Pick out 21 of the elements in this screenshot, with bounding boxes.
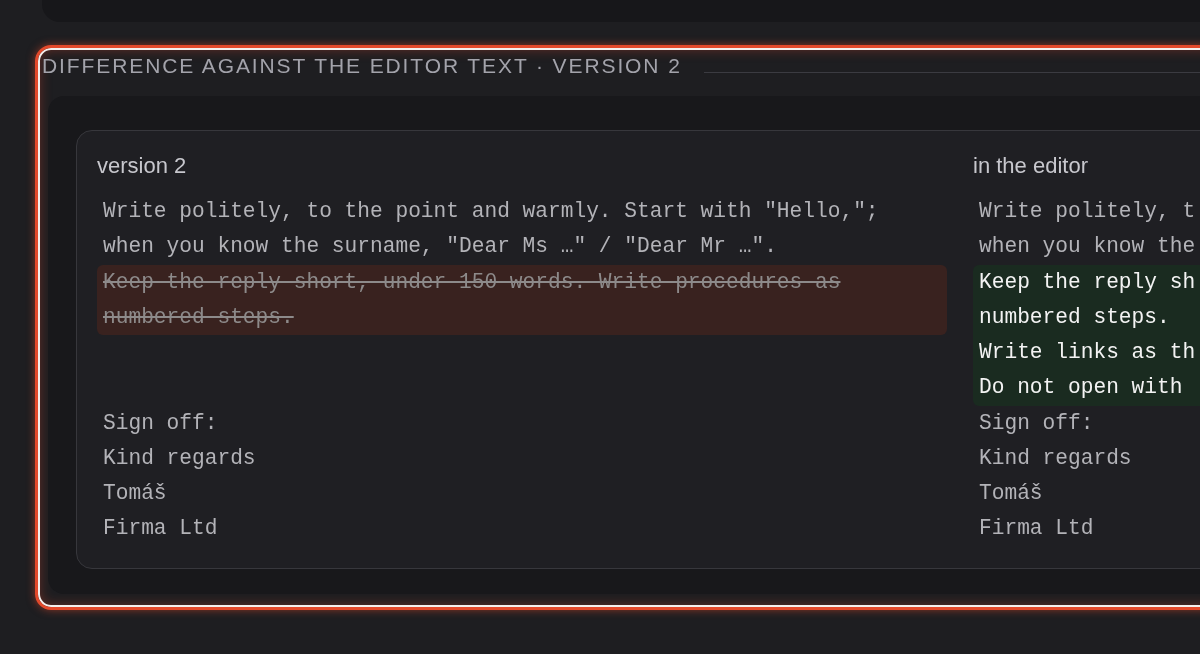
text-line: Write politely, to the point and warmly. Start with "Hello,";: [102, 198, 880, 225]
text-line: Firma Ltd: [102, 515, 219, 543]
added-line: Keep the reply sh: [978, 268, 1197, 296]
added-line: Write links as th: [978, 339, 1197, 366]
text-line: Firma Ltd: [978, 515, 1095, 543]
text-line: Kind regards: [978, 444, 1133, 472]
text-line: Tomáš: [102, 480, 168, 507]
text-line: Kind regards: [102, 444, 257, 472]
section-title: DIFFERENCE AGAINST THE EDITOR TEXT · VERSION 2: [42, 54, 682, 78]
column-heading: in the editor: [973, 154, 1089, 178]
text-line: Write politely, t: [978, 198, 1197, 225]
removed-line: Keep the reply short, under 150 words. Write procedures as: [102, 268, 842, 296]
added-line: numbered steps.: [978, 303, 1171, 331]
text-line: when you know the: [978, 233, 1197, 261]
text-line: Sign off:: [102, 409, 219, 437]
text-line: when you know the surname, "Dear Ms …" / "Dear Mr …".: [102, 233, 778, 261]
added-line: Do not open with: [978, 374, 1184, 402]
column-heading: version 2: [97, 154, 188, 178]
text-line: Tomáš: [978, 480, 1044, 507]
removed-line: numbered steps.: [102, 303, 295, 331]
text-line: Sign off:: [978, 409, 1095, 437]
